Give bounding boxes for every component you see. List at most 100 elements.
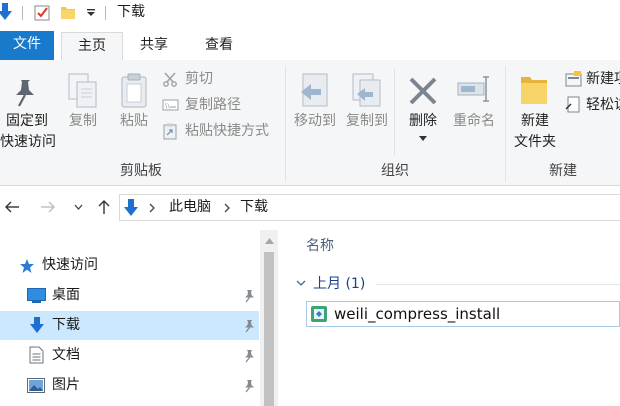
nav-item-label: 文档: [52, 347, 80, 363]
divider: [505, 66, 506, 182]
copy-icon: [68, 73, 97, 108]
new-group-label: 新建: [549, 163, 577, 179]
new-item-label: 新建项: [586, 71, 620, 87]
new-folder-button[interactable]: 新建 文件夹: [510, 68, 560, 156]
divider: [376, 284, 620, 285]
paste-icon: [121, 73, 147, 108]
move-to-label: 移动到: [294, 113, 336, 129]
new-folder-quick-icon[interactable]: [60, 5, 76, 20]
title-bar: 下载: [0, 0, 620, 26]
pin-label-1: 固定到: [6, 113, 48, 129]
scroll-up-icon[interactable]: [265, 238, 274, 244]
download-arrow-icon: [0, 3, 12, 20]
new-folder-label-2: 文件夹: [514, 134, 556, 150]
copy-to-icon: [352, 73, 381, 107]
breadcrumb-chevron-icon[interactable]: [149, 203, 156, 213]
download-icon: [30, 317, 44, 333]
copy-button[interactable]: 复制: [62, 68, 104, 156]
new-item-button[interactable]: 新建项: [562, 68, 620, 90]
download-location-icon: [124, 199, 138, 216]
ribbon: 固定到 快速访问 复制 粘贴 剪切 \\ 复制路径 粘贴快捷方式 剪贴板 移动到…: [0, 60, 620, 186]
easy-access-icon: [565, 96, 580, 113]
rename-icon: [457, 76, 489, 102]
pin-to-quick-access-button[interactable]: 固定到 快速访问: [0, 68, 58, 156]
back-arrow-icon[interactable]: [4, 200, 20, 214]
pictures-icon: [27, 378, 45, 393]
star-icon: [20, 259, 34, 273]
ribbon-tabs: 文件 主页 共享 查看: [0, 26, 620, 62]
easy-access-button[interactable]: 轻松访: [562, 94, 620, 116]
rename-label: 重命名: [453, 113, 495, 129]
divider: [394, 68, 395, 156]
properties-icon[interactable]: [34, 4, 51, 21]
paste-button[interactable]: 粘贴: [112, 68, 156, 156]
delete-button[interactable]: 删除: [400, 68, 446, 156]
pin-icon: [245, 350, 254, 363]
quick-access-item[interactable]: 快速访问: [0, 251, 259, 280]
up-arrow-icon[interactable]: [97, 199, 111, 215]
breadcrumb-chevron-icon[interactable]: [224, 203, 231, 213]
file-list: 名称 上月 (1) weili_compress_install: [282, 230, 620, 406]
pin-icon: [245, 290, 254, 303]
breadcrumb-downloads[interactable]: 下载: [240, 198, 268, 216]
tab-home[interactable]: 主页: [61, 32, 123, 62]
nav-item-documents[interactable]: 文档: [0, 341, 259, 370]
desktop-icon: [27, 288, 46, 303]
file-row[interactable]: weili_compress_install: [306, 301, 620, 327]
cut-label: 剪切: [185, 71, 213, 87]
column-header-name[interactable]: 名称: [306, 236, 334, 256]
nav-item-label: 图片: [52, 377, 80, 393]
pin-label-2: 快速访问: [0, 134, 56, 150]
document-icon: [29, 346, 44, 364]
installer-file-icon: [311, 306, 327, 322]
chevron-down-icon: [296, 280, 306, 286]
move-to-icon: [301, 73, 328, 107]
nav-item-desktop[interactable]: 桌面: [0, 281, 259, 310]
customize-toolbar-icon[interactable]: [86, 9, 96, 17]
new-folder-label-1: 新建: [521, 113, 549, 129]
clipboard-group-label: 剪贴板: [120, 163, 162, 179]
window-title: 下载: [117, 4, 145, 20]
tab-share[interactable]: 共享: [125, 32, 183, 61]
pin-icon: [245, 380, 254, 393]
copy-label: 复制: [69, 113, 97, 129]
pin-icon: [16, 80, 34, 107]
folder-icon: [521, 77, 547, 104]
move-to-button[interactable]: 移动到: [290, 68, 340, 156]
nav-item-pictures[interactable]: 图片: [0, 371, 259, 400]
scissors-icon: [163, 72, 177, 87]
copy-path-label: 复制路径: [185, 97, 241, 113]
quick-access-label: 快速访问: [42, 257, 98, 273]
recent-locations-chevron-icon[interactable]: [74, 204, 83, 211]
forward-arrow-icon[interactable]: [40, 200, 56, 214]
navigation-pane: 快速访问 桌面 下载 文档 图片: [0, 230, 278, 406]
paste-shortcut-label: 粘贴快捷方式: [185, 123, 269, 139]
group-header[interactable]: 上月 (1): [294, 273, 620, 295]
nav-item-label: 桌面: [52, 287, 80, 303]
tab-file[interactable]: 文件: [0, 31, 54, 60]
divider: [105, 6, 106, 20]
copy-to-label: 复制到: [346, 113, 388, 129]
file-name: weili_compress_install: [334, 305, 501, 323]
nav-item-downloads[interactable]: 下载: [0, 311, 259, 340]
rename-button[interactable]: 重命名: [448, 68, 500, 156]
scrollbar-thumb[interactable]: [264, 252, 274, 406]
new-item-icon: [565, 71, 582, 87]
svg-text:\\: \\: [165, 102, 170, 110]
pin-icon: [245, 320, 254, 333]
address-bar[interactable]: 此电脑 下载: [119, 194, 620, 221]
paste-label: 粘贴: [120, 113, 148, 129]
chevron-down-icon: [419, 136, 427, 141]
tab-view[interactable]: 查看: [190, 32, 248, 61]
divider: [22, 6, 23, 20]
nav-item-label: 下载: [52, 317, 80, 333]
copy-to-button[interactable]: 复制到: [341, 68, 393, 156]
nav-scrollbar[interactable]: [260, 230, 278, 406]
paste-shortcut-icon: [163, 123, 177, 140]
group-header-label: 上月 (1): [313, 276, 366, 292]
organize-group-label: 组织: [381, 163, 409, 179]
delete-x-icon: [409, 77, 437, 105]
easy-access-label: 轻松访: [586, 97, 620, 113]
delete-label: 删除: [409, 113, 437, 129]
breadcrumb-this-pc[interactable]: 此电脑: [169, 198, 211, 216]
